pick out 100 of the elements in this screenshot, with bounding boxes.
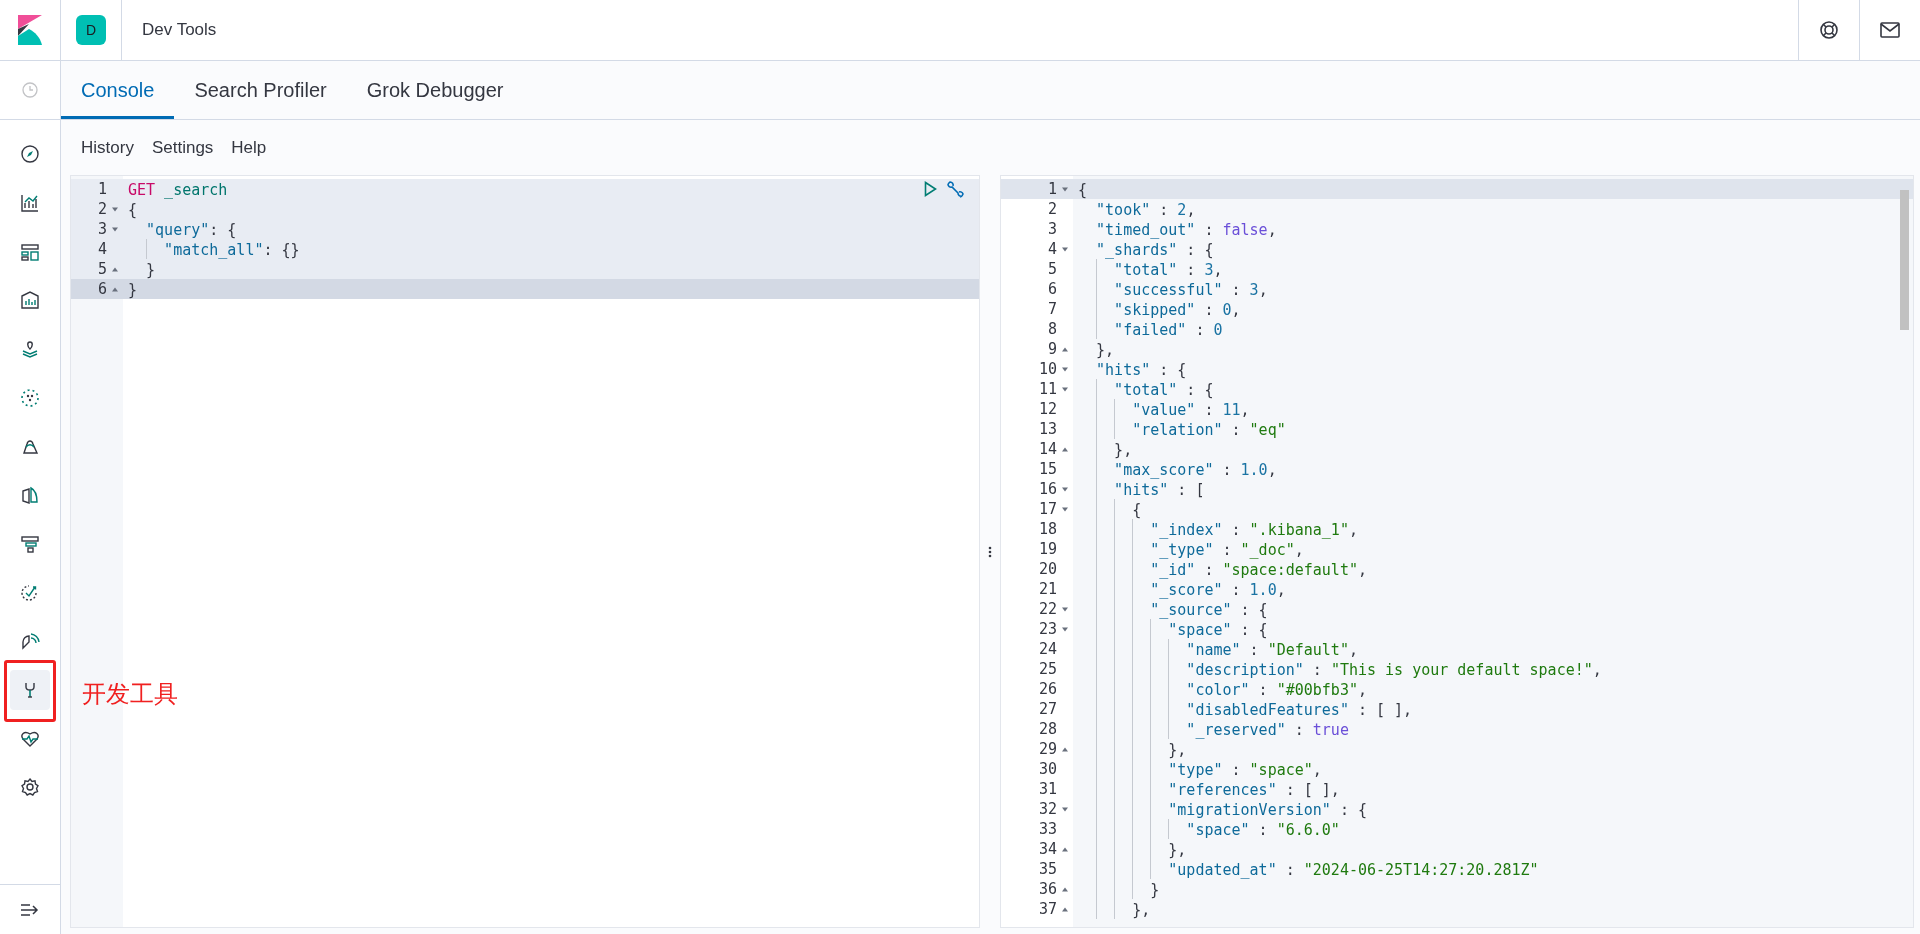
code-line: "disabledFeatures" : [ ],	[1185, 701, 1413, 719]
code-line: },	[1167, 741, 1187, 759]
code-line: "_source" : {	[1149, 601, 1268, 619]
code-line: {	[1131, 501, 1142, 519]
code-line: "total" : {	[1113, 381, 1214, 399]
line-number: 7	[1047, 299, 1057, 319]
check-arrow-icon	[20, 582, 40, 603]
code-line: }	[128, 281, 138, 299]
line-number: 14	[1038, 439, 1057, 459]
resize-handle-icon[interactable]	[988, 545, 992, 558]
code-line: },	[1095, 341, 1115, 359]
settings-icon	[20, 777, 40, 798]
help-icon[interactable]	[1819, 20, 1839, 40]
fold-toggle-icon[interactable]	[1061, 186, 1069, 192]
code-line: "relation" : "eq"	[1131, 421, 1286, 439]
fold-toggle-icon[interactable]	[1061, 606, 1069, 612]
code-line: "name" : "Default",	[1185, 641, 1358, 659]
fold-toggle-icon[interactable]	[1061, 446, 1069, 452]
code-line: },	[1167, 841, 1187, 859]
code-line: "hits" : {	[1095, 361, 1187, 379]
line-number: 25	[1038, 659, 1057, 679]
line-number: 23	[1038, 619, 1057, 639]
fold-toggle-icon[interactable]	[1061, 386, 1069, 392]
fold-toggle-icon[interactable]	[1061, 366, 1069, 372]
line-number: 3	[1047, 219, 1057, 239]
fold-toggle-icon[interactable]	[1061, 246, 1069, 252]
mail-icon[interactable]	[1880, 22, 1900, 38]
fold-toggle-icon[interactable]	[111, 206, 119, 212]
fold-toggle-icon[interactable]	[1061, 346, 1069, 352]
line-number: 30	[1038, 759, 1057, 779]
fold-toggle-icon[interactable]	[111, 266, 119, 272]
line-number: 27	[1038, 699, 1057, 719]
fold-toggle-icon[interactable]	[1061, 906, 1069, 912]
code-line: "_score" : 1.0,	[1149, 581, 1286, 599]
space-avatar[interactable]: D	[76, 15, 106, 45]
line-number: 1	[1047, 179, 1057, 199]
compass-icon	[20, 144, 40, 165]
menu-item[interactable]: Help	[231, 134, 267, 161]
app-title: Dev Tools	[142, 19, 217, 42]
collapse-icon[interactable]	[20, 902, 40, 917]
menu-item[interactable]: History	[81, 134, 134, 161]
line-chart-icon	[20, 193, 40, 214]
fold-toggle-icon[interactable]	[1061, 746, 1069, 752]
code-line: "max_score" : 1.0,	[1113, 461, 1277, 479]
fold-toggle-icon[interactable]	[1061, 846, 1069, 852]
code-line: "query": {	[145, 221, 237, 239]
line-number: 28	[1038, 719, 1057, 739]
line-number: 33	[1038, 819, 1057, 839]
code-line: "space" : {	[1167, 621, 1268, 639]
line-number: 6	[1047, 279, 1057, 299]
scrollbar[interactable]	[1900, 190, 1909, 330]
tab[interactable]: Console	[61, 61, 175, 119]
code-line: "type" : "space",	[1167, 761, 1322, 779]
line-number: 37	[1038, 899, 1057, 919]
line-number: 2	[1047, 199, 1057, 219]
code-line: },	[1131, 901, 1151, 919]
code-line: "total" : 3,	[1113, 261, 1223, 279]
line-number: 8	[1047, 319, 1057, 339]
map-pin-icon	[20, 339, 40, 360]
code-line: "_reserved" : true	[1185, 721, 1349, 739]
logo-icon[interactable]	[18, 15, 42, 45]
fold-toggle-icon[interactable]	[1061, 886, 1069, 892]
line-number: 35	[1038, 859, 1057, 879]
line-number: 16	[1038, 479, 1057, 499]
code-line: "description" : "This is your default space!",	[1185, 661, 1602, 679]
menu-item[interactable]: Settings	[151, 134, 214, 161]
code-line: "space" : "6.6.0"	[1185, 821, 1340, 839]
tab[interactable]: Search Profiler	[174, 61, 347, 119]
code-line: "successful" : 3,	[1113, 281, 1268, 299]
line-number: 6	[97, 279, 107, 299]
fold-toggle-icon[interactable]	[111, 286, 119, 292]
code-line: "_id" : "space:default",	[1149, 561, 1367, 579]
code-line: }	[145, 261, 156, 279]
highlight-frame	[4, 659, 56, 722]
fold-toggle-icon[interactable]	[1061, 806, 1069, 812]
line-number: 10	[1038, 359, 1057, 379]
line-number: 17	[1038, 499, 1057, 519]
fold-toggle-icon[interactable]	[111, 226, 119, 232]
line-number: 32	[1038, 799, 1057, 819]
line-number: 20	[1038, 559, 1057, 579]
nav-item[interactable]	[10, 669, 50, 710]
code-line: "took" : 2,	[1095, 201, 1196, 219]
line-number: 9	[1047, 339, 1057, 359]
code-line: "match_all": {}	[163, 241, 300, 259]
line-number: 15	[1038, 459, 1057, 479]
code-line: "failed" : 0	[1113, 321, 1223, 339]
fold-toggle-icon[interactable]	[1061, 486, 1069, 492]
line-number: 19	[1038, 539, 1057, 559]
fold-toggle-icon[interactable]	[1061, 626, 1069, 632]
line-number: 2	[97, 199, 107, 219]
code-line: }	[1149, 881, 1160, 899]
code-line: "hits" : [	[1113, 481, 1205, 499]
annotation-label: 开发工具	[82, 678, 178, 709]
stacked-bars-icon	[20, 533, 40, 554]
code-line: "color" : "#00bfb3",	[1185, 681, 1367, 699]
line-number: 13	[1038, 419, 1057, 439]
tab[interactable]: Grok Debugger	[346, 61, 524, 119]
fold-toggle-icon[interactable]	[1061, 506, 1069, 512]
dotted-circle-icon	[20, 387, 40, 408]
code-line: {	[1078, 181, 1088, 199]
